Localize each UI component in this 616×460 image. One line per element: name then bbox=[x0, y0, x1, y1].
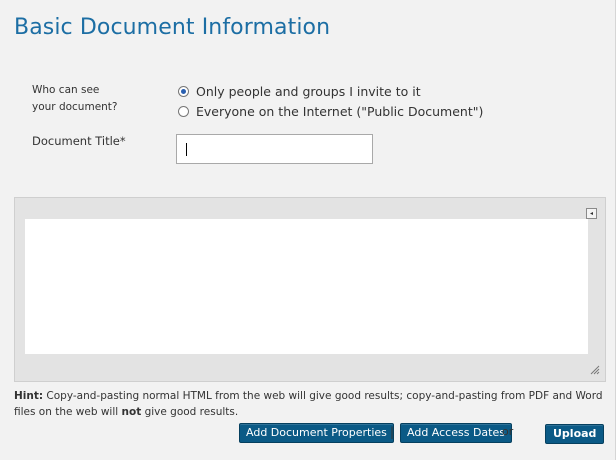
resize-grip-icon[interactable] bbox=[590, 365, 600, 375]
paste-hint: Hint: Copy-and-pasting normal HTML from … bbox=[14, 388, 610, 420]
hint-prefix: Hint: bbox=[14, 390, 44, 402]
visibility-options: Only people and groups I invite to it Ev… bbox=[178, 81, 483, 121]
or-text: or bbox=[502, 425, 514, 438]
visibility-label: Who can see your document? bbox=[32, 82, 118, 116]
visibility-option-public[interactable]: Everyone on the Internet ("Public Docume… bbox=[178, 101, 483, 121]
page-title: Basic Document Information bbox=[14, 15, 331, 40]
add-access-dates-button[interactable]: Add Access Dates bbox=[400, 423, 512, 443]
action-separator: | bbox=[390, 425, 395, 439]
invite-only-label[interactable]: Only people and groups I invite to it bbox=[196, 84, 421, 99]
editor-toolbar: ◂ bbox=[15, 198, 605, 219]
editor-content-area[interactable] bbox=[25, 219, 588, 354]
document-title-label: Document Title* bbox=[32, 134, 126, 148]
rich-text-editor: ◂ bbox=[14, 197, 606, 382]
upload-button[interactable]: Upload bbox=[545, 424, 605, 444]
visibility-label-line2: your document? bbox=[32, 101, 118, 113]
hint-text-before: Copy-and-pasting normal HTML from the we… bbox=[14, 390, 603, 418]
invite-only-radio[interactable] bbox=[178, 85, 189, 97]
document-title-input[interactable] bbox=[176, 134, 373, 164]
add-document-properties-button[interactable]: Add Document Properties bbox=[239, 423, 394, 443]
public-label[interactable]: Everyone on the Internet ("Public Docume… bbox=[196, 104, 483, 119]
visibility-label-line1: Who can see bbox=[32, 84, 100, 96]
text-caret bbox=[186, 143, 187, 156]
hint-text-after: give good results. bbox=[141, 406, 239, 418]
hint-not: not bbox=[121, 406, 142, 418]
collapse-toolbar-icon[interactable]: ◂ bbox=[586, 208, 597, 219]
public-radio[interactable] bbox=[178, 105, 189, 117]
visibility-option-invite[interactable]: Only people and groups I invite to it bbox=[178, 81, 483, 101]
